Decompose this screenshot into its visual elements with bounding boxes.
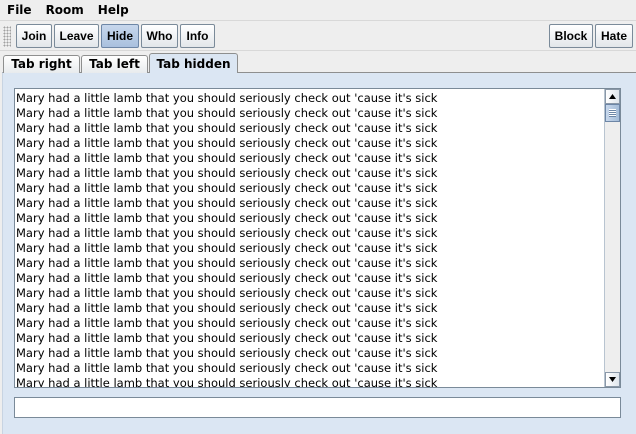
message-input[interactable] <box>14 397 621 418</box>
join-button[interactable]: Join <box>16 24 52 48</box>
toolbar-grip-icon[interactable] <box>3 26 11 47</box>
chat-line: Mary had a little lamb that you should s… <box>16 91 438 105</box>
scroll-up-arrow-icon[interactable] <box>605 89 620 104</box>
chat-line: Mary had a little lamb that you should s… <box>16 166 438 180</box>
scroll-thumb[interactable] <box>605 104 620 122</box>
chat-line: Mary had a little lamb that you should s… <box>16 196 438 210</box>
block-button[interactable]: Block <box>549 24 593 48</box>
chat-line: Mary had a little lamb that you should s… <box>16 211 438 225</box>
hate-button[interactable]: Hate <box>595 24 633 48</box>
chat-line: Mary had a little lamb that you should s… <box>16 241 438 255</box>
chat-line: Mary had a little lamb that you should s… <box>16 376 438 388</box>
menu-help[interactable]: Help <box>91 0 136 20</box>
chat-line: Mary had a little lamb that you should s… <box>16 361 438 375</box>
chat-line: Mary had a little lamb that you should s… <box>16 106 438 120</box>
menu-bar: File Room Help <box>0 0 636 20</box>
leave-button[interactable]: Leave <box>54 24 99 48</box>
chat-line: Mary had a little lamb that you should s… <box>16 286 438 300</box>
chat-line: Mary had a little lamb that you should s… <box>16 301 438 315</box>
chat-line: Mary had a little lamb that you should s… <box>16 331 438 345</box>
hide-button[interactable]: Hide <box>101 24 139 48</box>
menu-room[interactable]: Room <box>39 0 91 20</box>
info-button[interactable]: Info <box>180 24 215 48</box>
chat-log[interactable]: Mary had a little lamb that you should s… <box>14 88 621 388</box>
chat-lines: Mary had a little lamb that you should s… <box>15 91 603 388</box>
chat-line: Mary had a little lamb that you should s… <box>16 271 438 285</box>
tab-right[interactable]: Tab right <box>3 55 80 73</box>
chat-line: Mary had a little lamb that you should s… <box>16 346 438 360</box>
tab-left[interactable]: Tab left <box>81 55 148 73</box>
chat-line: Mary had a little lamb that you should s… <box>16 316 438 330</box>
chat-line: Mary had a little lamb that you should s… <box>16 136 438 150</box>
chat-line: Mary had a little lamb that you should s… <box>16 226 438 240</box>
chat-line: Mary had a little lamb that you should s… <box>16 151 438 165</box>
menu-file[interactable]: File <box>0 0 39 20</box>
who-button[interactable]: Who <box>141 24 178 48</box>
toolbar: Join Leave Hide Who Info Block Hate <box>0 20 636 51</box>
vertical-scrollbar[interactable] <box>604 89 620 387</box>
chat-line: Mary had a little lamb that you should s… <box>16 181 438 195</box>
chat-line: Mary had a little lamb that you should s… <box>16 121 438 135</box>
chat-line: Mary had a little lamb that you should s… <box>16 256 438 270</box>
scroll-down-arrow-icon[interactable] <box>605 372 620 387</box>
tab-hidden[interactable]: Tab hidden <box>149 53 238 73</box>
